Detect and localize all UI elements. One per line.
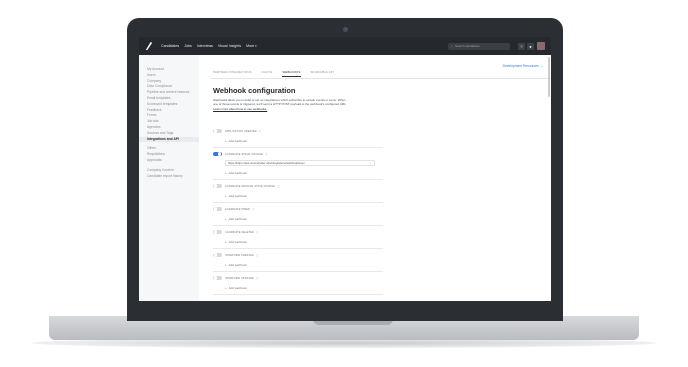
tab-divider — [211, 78, 551, 79]
add-webhook-button[interactable]: + Add webhook — [225, 171, 383, 175]
webhook-row: INTERVIEW UPDATED ⓘ + Add webhook — [213, 272, 383, 295]
desc-line: Webhooks allow you to build or set up in… — [213, 98, 329, 102]
info-icon[interactable]: ⓘ — [256, 276, 259, 280]
bell-icon[interactable]: ● — [527, 42, 534, 50]
webhook-list: APPLICATION CREATED ⓘ + Add webhook CANDIDA… — [213, 125, 383, 295]
add-webhook-button[interactable]: + Add webhook — [225, 139, 383, 143]
add-webhook-label: Add webhook — [228, 139, 247, 143]
webhook-event-name: CANDIDATE ARCHIVE STATE CHANGE — [225, 184, 276, 188]
webhook-toggle[interactable] — [213, 275, 222, 281]
info-icon[interactable]: ⓘ — [252, 207, 255, 211]
laptop-mockup: Candidates Jobs Interviews Visual Insigh… — [0, 0, 688, 367]
info-icon[interactable]: ⓘ — [277, 184, 280, 188]
add-webhook-label: Add webhook — [228, 263, 247, 267]
plus-icon: + — [225, 217, 228, 221]
more-icon[interactable]: ⋮ — [369, 161, 372, 165]
help-icon[interactable]: ? — [518, 42, 525, 50]
plus-icon: + — [225, 286, 228, 290]
tab-workable-api[interactable]: WORKABLE API — [311, 70, 334, 77]
plus-icon: + — [225, 263, 228, 267]
add-webhook-button[interactable]: + Add webhook — [225, 194, 383, 198]
logo-icon[interactable] — [145, 41, 153, 51]
app-screen: Candidates Jobs Interviews Visual Insigh… — [139, 37, 551, 301]
webhook-event-name: CANDIDATE DELETED — [225, 230, 255, 234]
scrollbar[interactable] — [548, 57, 550, 97]
plus-icon: + — [225, 240, 228, 244]
webhook-event-name: INTERVIEW UPDATED — [225, 276, 254, 280]
nav-more[interactable]: More — [246, 44, 257, 48]
webhook-toggle[interactable] — [213, 252, 222, 258]
webhook-url: https://https://test.sourcefinder.info/i… — [228, 161, 305, 165]
camera-icon — [343, 27, 348, 32]
desc-line: webhook's configured URL. — [310, 102, 347, 107]
add-webhook-button[interactable]: + Add webhook — [225, 286, 383, 290]
settings-sidebar: My Account Users Company Data Compliance Pip… — [139, 55, 199, 301]
info-icon[interactable]: ⓘ — [256, 230, 259, 234]
webhook-row: INTERVIEW CREATED ⓘ + Add webhook — [213, 249, 383, 272]
webhook-row: CANDIDATE DELETED ⓘ + Add webhook — [213, 226, 383, 249]
webhook-row: APPLICATION CREATED ⓘ + Add webhook — [213, 125, 383, 148]
add-webhook-label: Add webhook — [228, 171, 247, 175]
learn-more-link[interactable]: Learn more about how to use webhooks. — [213, 107, 267, 111]
tab-oauth[interactable]: OAUTH — [262, 70, 273, 77]
plus-icon: + — [225, 194, 228, 198]
webhook-event-name: INTERVIEW CREATED — [225, 253, 254, 257]
avatar[interactable] — [537, 42, 545, 50]
info-icon[interactable]: ⓘ — [259, 129, 262, 133]
add-webhook-label: Add webhook — [228, 194, 247, 198]
webhook-event-name: CANDIDATE HIRED — [225, 207, 250, 211]
add-webhook-button[interactable]: + Add webhook — [225, 263, 383, 267]
plus-icon: + — [225, 171, 228, 175]
webhook-row: CANDIDATE HIRED ⓘ + Add webhook — [213, 203, 383, 226]
nav-jobs[interactable]: Jobs — [184, 44, 192, 48]
page-description: Webhooks allow you to build or set up in… — [213, 98, 348, 111]
page-title: Webhook configuration — [213, 86, 296, 95]
add-webhook-label: Add webhook — [228, 240, 247, 244]
add-webhook-button[interactable]: + Add webhook — [225, 217, 383, 221]
tab-partner-integrations[interactable]: PARTNER INTEGRATIONS — [213, 70, 252, 77]
search-icon: ⌕ — [451, 44, 453, 48]
webhook-url-field[interactable]: https://https://test.sourcefinder.info/i… — [225, 160, 375, 166]
search-placeholder: Search candidates — [454, 44, 480, 48]
webhook-toggle[interactable] — [213, 206, 222, 212]
add-webhook-label: Add webhook — [228, 217, 247, 221]
webhook-row: CANDIDATE STAGE CHANGE ⓘ https://https://t… — [213, 148, 383, 180]
sidebar-item[interactable]: Candidate import history — [139, 174, 199, 180]
webhook-toggle[interactable] — [213, 128, 222, 134]
info-icon[interactable]: ⓘ — [265, 152, 268, 156]
nav-visual-insights[interactable]: Visual Insights — [218, 44, 241, 48]
add-webhook-button[interactable]: + Add webhook — [225, 240, 383, 244]
webhook-toggle[interactable] — [213, 183, 222, 189]
nav-interviews[interactable]: Interviews — [197, 44, 213, 48]
webhook-row: CANDIDATE ARCHIVE STATE CHANGE ⓘ + Add web… — [213, 180, 383, 203]
nav-candidates[interactable]: Candidates — [161, 44, 179, 48]
settings-tabs: PARTNER INTEGRATIONS OAUTH WEBHOOKS WORK… — [213, 70, 344, 77]
info-icon[interactable]: ⓘ — [256, 253, 259, 257]
webhook-toggle[interactable] — [213, 151, 222, 157]
main-content: Development Resources → PARTNER INTEGRAT… — [201, 55, 551, 301]
add-webhook-label: Add webhook — [228, 286, 247, 290]
webhook-toggle[interactable] — [213, 229, 222, 235]
tab-webhooks[interactable]: WEBHOOKS — [282, 70, 301, 77]
top-nav-bar: Candidates Jobs Interviews Visual Insigh… — [139, 37, 551, 55]
webhook-event-name: CANDIDATE STAGE CHANGE — [225, 152, 263, 156]
search-input[interactable]: ⌕ Search candidates — [448, 42, 510, 50]
development-resources-link[interactable]: Development Resources → — [503, 64, 543, 68]
plus-icon: + — [225, 139, 228, 143]
webhook-event-name: APPLICATION CREATED — [225, 129, 257, 133]
